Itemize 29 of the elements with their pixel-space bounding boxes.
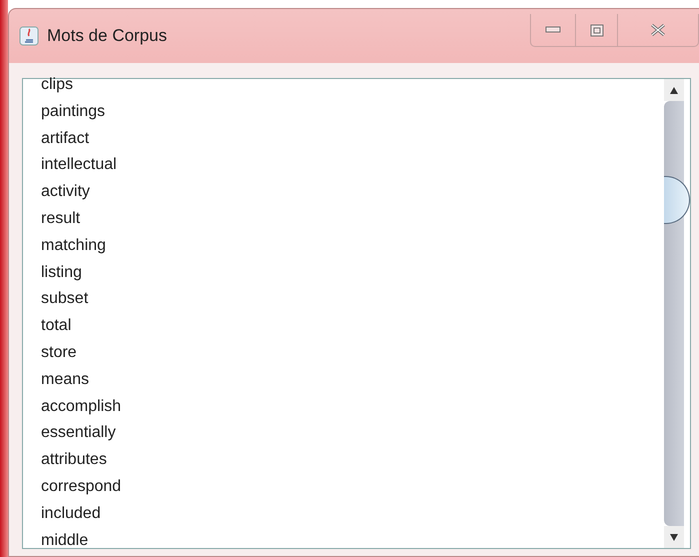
scroll-down-button[interactable] xyxy=(664,526,684,548)
minimize-icon xyxy=(545,26,561,34)
list-item[interactable]: middle xyxy=(41,528,664,548)
list-item[interactable]: intellectual xyxy=(41,152,664,180)
list-item[interactable]: activity xyxy=(41,179,664,206)
list-item[interactable]: listing xyxy=(41,260,664,286)
list-item[interactable]: means xyxy=(41,366,664,394)
list-item[interactable]: store xyxy=(41,340,664,367)
list-item[interactable]: artifact xyxy=(41,126,664,152)
list-item[interactable]: result xyxy=(41,206,664,233)
list-item[interactable]: included xyxy=(41,500,664,528)
list-item[interactable]: correspond xyxy=(41,474,664,501)
scrollbar-track[interactable] xyxy=(664,101,690,526)
list-item[interactable]: clips xyxy=(41,72,664,99)
close-icon xyxy=(650,23,666,37)
maximize-icon xyxy=(590,24,604,36)
scroll-up-button[interactable] xyxy=(664,79,684,101)
list-item[interactable]: matching xyxy=(41,232,664,260)
list-item[interactable]: accomplish xyxy=(41,394,664,420)
list-item[interactable]: paintings xyxy=(41,98,664,126)
window-title: Mots de Corpus xyxy=(47,26,167,46)
list-item[interactable]: subset xyxy=(41,286,664,314)
list-item[interactable]: attributes xyxy=(41,447,664,474)
scroll-down-icon xyxy=(670,534,678,540)
list-item[interactable]: essentially xyxy=(41,420,664,448)
scroll-up-icon xyxy=(670,86,678,94)
scroll-thumb[interactable] xyxy=(664,176,690,224)
app-icon xyxy=(19,26,39,46)
list-item[interactable]: total xyxy=(41,313,664,340)
